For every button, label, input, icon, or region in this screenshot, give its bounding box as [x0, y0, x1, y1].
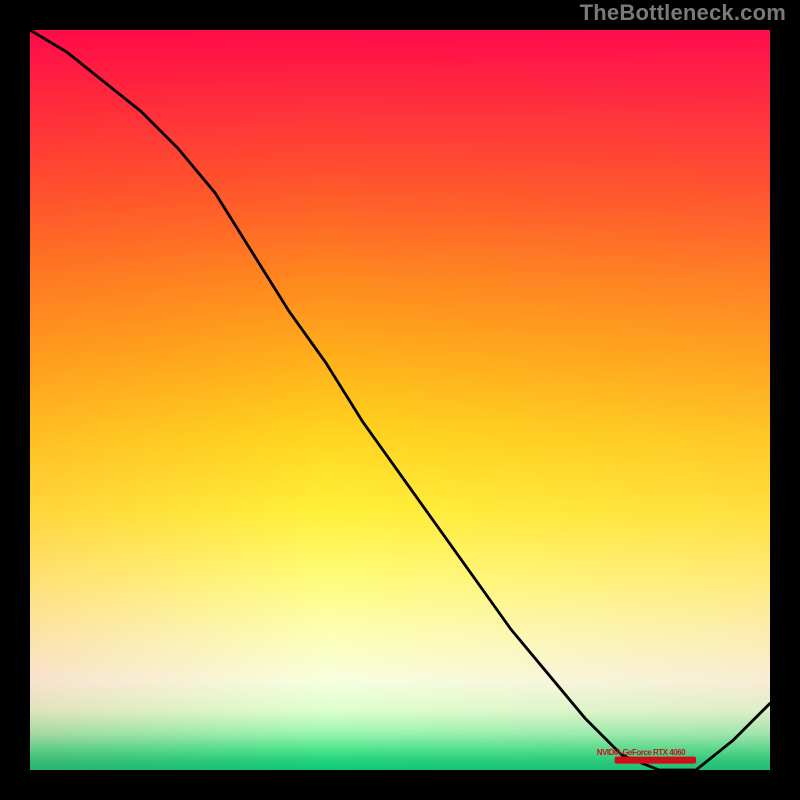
attribution-text: TheBottleneck.com [580, 0, 786, 26]
gpu-annotation: NVIDIA GeForce RTX 4060 [597, 748, 685, 757]
bottleneck-curve-line [30, 30, 770, 770]
line-overlay [30, 30, 770, 770]
optimum-band-marker [615, 757, 696, 764]
plot-area: NVIDIA GeForce RTX 4060 [30, 30, 770, 770]
chart-root: TheBottleneck.com NVIDIA GeForce RTX 406… [0, 0, 800, 800]
